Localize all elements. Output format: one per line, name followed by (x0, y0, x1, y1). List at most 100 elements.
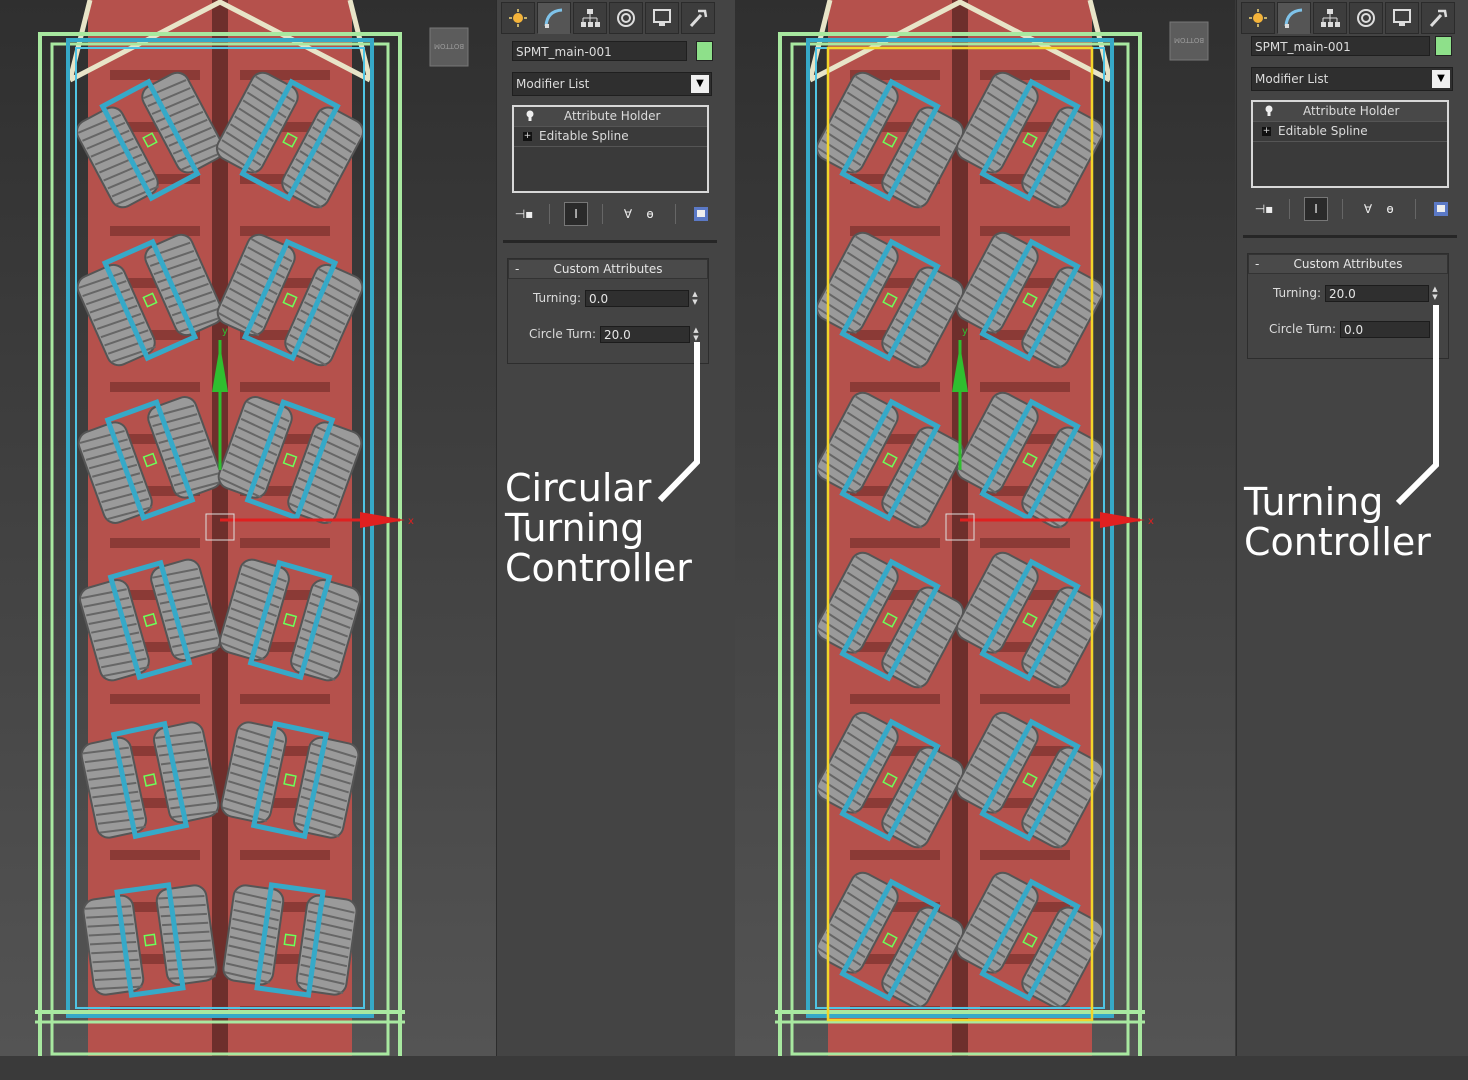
stack-item-attribute-holder[interactable]: Attribute Holder (514, 107, 707, 127)
pin-stack-icon[interactable]: ⊣▪ (1253, 198, 1275, 220)
stack-toolbar: ⊣▪ I ∀ ɵ (1253, 196, 1452, 222)
object-name-field[interactable]: SPMT_main-001 (512, 41, 687, 61)
circle-turn-spinner[interactable]: ▲ ▼ (691, 326, 701, 343)
circle-turn-label: Circle Turn: (1269, 322, 1336, 336)
hierarchy-icon[interactable] (573, 2, 607, 34)
display-icon[interactable] (1385, 2, 1419, 34)
chevron-down-icon[interactable]: ▼ (691, 75, 709, 93)
circle-turn-spinner[interactable]: ▲ ▼ (1431, 321, 1441, 338)
utilities-icon[interactable] (1421, 2, 1455, 34)
object-color-swatch[interactable] (1435, 36, 1452, 56)
stack-item-label: Attribute Holder (564, 109, 661, 123)
stack-item-attribute-holder[interactable]: Attribute Holder (1253, 102, 1447, 122)
expand-plus-icon[interactable]: + (523, 132, 532, 141)
separator (1289, 199, 1290, 219)
pin-stack-icon[interactable]: ⊣▪ (513, 203, 535, 225)
separator (1342, 199, 1343, 219)
circle-turn-param: Circle Turn: 0.0 ▲ ▼ (1264, 320, 1441, 338)
utilities-icon[interactable] (681, 2, 715, 34)
rollout-title: Custom Attributes (1293, 257, 1403, 271)
object-color-swatch[interactable] (696, 41, 713, 61)
separator (602, 204, 603, 224)
stack-toolbar: ⊣▪ I ∀ ɵ (513, 201, 712, 227)
modify-icon[interactable] (537, 2, 571, 34)
viewcube-label: BOTTOM (434, 42, 464, 50)
collapse-minus-icon[interactable]: - (1255, 255, 1259, 273)
circle-turn-param: Circle Turn: 20.0 ▲ ▼ (524, 325, 701, 343)
cross-beam (980, 694, 1070, 704)
stack-item-label: Editable Spline (539, 129, 629, 143)
right-viewport[interactable]: x y BOTTOM (735, 0, 1235, 1056)
cross-beam (980, 850, 1070, 860)
separator (549, 204, 550, 224)
expand-plus-icon[interactable]: + (1262, 127, 1271, 136)
collapse-minus-icon[interactable]: - (515, 260, 519, 278)
stack-item-editable-spline[interactable]: + Editable Spline (1253, 122, 1447, 142)
hierarchy-icon[interactable] (1313, 2, 1347, 34)
create-icon[interactable] (1241, 2, 1275, 34)
chevron-down-icon[interactable]: ▼ (1432, 70, 1450, 88)
cross-beam (850, 382, 940, 392)
remove-modifier-icon[interactable]: ɵ (639, 203, 661, 225)
stack-item-label: Attribute Holder (1303, 104, 1400, 118)
stack-item-editable-spline[interactable]: + Editable Spline (514, 127, 707, 147)
create-icon[interactable] (501, 2, 535, 34)
turning-spinner[interactable]: ▲ ▼ (1430, 285, 1440, 302)
separator (675, 204, 676, 224)
object-name-field[interactable]: SPMT_main-001 (1251, 36, 1430, 56)
gizmo-y-label: y (222, 326, 228, 337)
turning-spinner[interactable]: ▲ ▼ (690, 290, 700, 307)
modifier-list-dropdown[interactable]: Modifier List ▼ (512, 72, 712, 96)
turning-input[interactable]: 20.0 (1325, 284, 1429, 302)
rollout-header[interactable]: - Custom Attributes (508, 259, 708, 279)
configure-sets-icon[interactable] (1430, 198, 1452, 220)
cross-beam (240, 226, 330, 236)
lightbulb-icon[interactable] (526, 110, 534, 121)
configure-sets-icon[interactable] (690, 203, 712, 225)
custom-attributes-rollout: - Custom Attributes (1247, 253, 1449, 359)
circle-turn-input[interactable]: 0.0 (1340, 320, 1430, 338)
display-icon[interactable] (645, 2, 679, 34)
cross-beam (110, 538, 200, 548)
left-viewport[interactable]: x y BOTTOM (0, 0, 496, 1056)
make-unique-icon[interactable]: ∀ (1357, 198, 1379, 220)
gizmo-y-label: y (962, 326, 968, 337)
modifier-list-label: Modifier List (516, 77, 590, 91)
cross-beam (980, 382, 1070, 392)
turning-label: Turning: (532, 291, 581, 305)
circle-turn-input[interactable]: 20.0 (600, 325, 690, 343)
remove-modifier-icon[interactable]: ɵ (1379, 198, 1401, 220)
panel-divider (503, 240, 717, 243)
motion-icon[interactable] (609, 2, 643, 34)
cross-beam (980, 226, 1070, 236)
circle-turn-label: Circle Turn: (529, 327, 596, 341)
command-panel-tabs (497, 0, 715, 36)
panel-divider (1243, 235, 1457, 238)
modifier-stack: Attribute Holder + Editable Spline (512, 105, 709, 193)
modifier-list-dropdown[interactable]: Modifier List ▼ (1251, 67, 1453, 91)
cross-beam (110, 694, 200, 704)
gizmo-x-label: x (408, 516, 414, 527)
command-panel-tabs (1237, 0, 1455, 36)
show-end-result-icon[interactable]: I (1304, 197, 1328, 221)
cross-beam (110, 850, 200, 860)
rollout-header[interactable]: - Custom Attributes (1248, 254, 1448, 274)
cross-beam (980, 538, 1070, 548)
modify-icon[interactable] (1277, 2, 1311, 34)
viewcube-label: BOTTOM (1174, 36, 1204, 44)
show-end-result-icon[interactable]: I (564, 202, 588, 226)
modifier-list-label: Modifier List (1255, 72, 1329, 86)
cross-beam (240, 850, 330, 860)
cross-beam (240, 382, 330, 392)
turning-label: Turning: (1272, 286, 1321, 300)
annotation-circular-turning-controller: Circular Turning Controller (505, 466, 692, 590)
make-unique-icon[interactable]: ∀ (617, 203, 639, 225)
status-strip (0, 1056, 1468, 1080)
custom-attributes-rollout: - Custom Attributes (507, 258, 709, 364)
turning-input[interactable]: 0.0 (585, 289, 689, 307)
cross-beam (240, 694, 330, 704)
turning-param: Turning: 0.0 ▲ ▼ (509, 289, 700, 307)
lightbulb-icon[interactable] (1265, 105, 1273, 116)
cross-beam (850, 694, 940, 704)
motion-icon[interactable] (1349, 2, 1383, 34)
